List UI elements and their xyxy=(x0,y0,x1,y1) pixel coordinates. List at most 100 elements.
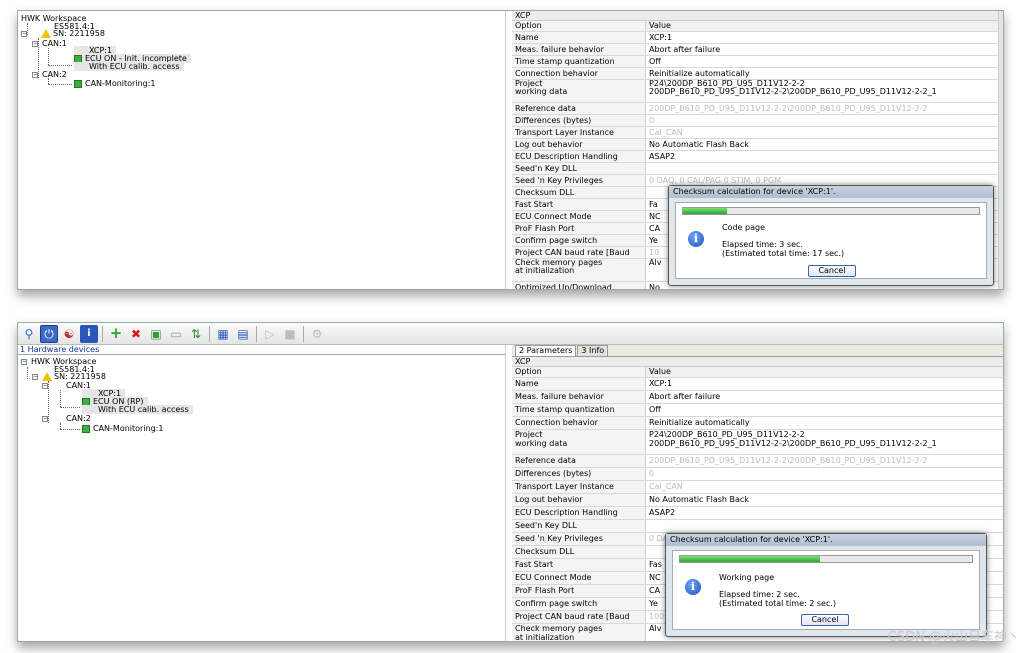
table-row[interactable]: Name XCP:1 xyxy=(512,378,1003,391)
table-row[interactable]: Differences (bytes) 0 xyxy=(512,468,1003,481)
collapse-icon[interactable]: − xyxy=(32,373,38,380)
column-value[interactable]: Value xyxy=(646,367,1003,377)
hardware-tree-panel: 1 Hardware devices − HWK Workspace ES581.… xyxy=(18,345,506,641)
collapse-icon[interactable]: − xyxy=(42,382,48,389)
monitor-icon[interactable]: ▤ xyxy=(234,325,252,343)
table-row[interactable]: Reference data 200DP_B610_PD_U95_D11V12-2… xyxy=(512,455,1003,468)
table-row[interactable]: Transport Layer Instance Cal_CAN xyxy=(512,481,1003,494)
row-value[interactable]: No Automatic Flash Back xyxy=(646,139,1003,150)
cancel-button[interactable]: Cancel xyxy=(801,614,849,626)
row-value[interactable]: Abort after failure xyxy=(646,44,1003,55)
row-value[interactable]: P24\200DP_B610_PD_U95_D11V12-2-2 200DP_B6… xyxy=(646,80,1003,102)
table-row[interactable]: Project working data P24\200DP_B610_PD_U95… xyxy=(512,430,1003,455)
search-icon[interactable]: ⚲ xyxy=(20,325,38,343)
table-row[interactable]: Name XCP:1 xyxy=(512,32,1003,44)
table-row[interactable]: Log out behavior No Automatic Flash Back xyxy=(512,139,1003,151)
vertical-scrollbar[interactable] xyxy=(998,11,1003,289)
chip-icon[interactable]: ▦ xyxy=(214,325,232,343)
row-value[interactable]: 0 xyxy=(646,115,1003,126)
settings-icon[interactable]: ⚙ xyxy=(308,325,326,343)
tree-node-can2[interactable]: − CAN:2 xyxy=(42,414,91,423)
stop-icon[interactable]: ■ xyxy=(281,325,299,343)
info-icon[interactable]: i xyxy=(80,324,98,343)
table-row[interactable]: Differences (bytes) 0 xyxy=(512,115,1003,127)
add-icon[interactable]: + xyxy=(107,325,125,343)
row-value[interactable]: ASAP2 xyxy=(646,151,1003,162)
row-value[interactable]: 200DP_B610_PD_U95_D11V12-2-2\200DP_B610_… xyxy=(646,455,1003,467)
option-label-line2: at initialization xyxy=(515,633,575,642)
delete-icon[interactable]: ✖ xyxy=(127,325,145,343)
table-row[interactable]: Seed'n Key DLL xyxy=(512,163,1003,175)
table-row[interactable]: Transport Layer Instance Cal_CAN xyxy=(512,127,1003,139)
row-value[interactable]: ASAP2 xyxy=(646,507,1003,519)
cube-icon[interactable]: ▣ xyxy=(147,325,165,343)
tree-node-can1[interactable]: − CAN:1 xyxy=(32,39,67,48)
row-value[interactable]: Off xyxy=(646,404,1003,416)
value-text: P24\200DP_B610_PD_U95_D11V12-2-2 xyxy=(649,430,805,439)
row-value[interactable] xyxy=(646,520,1003,532)
table-row[interactable]: Time stamp quantization Off xyxy=(512,56,1003,68)
option-label: Fast Start xyxy=(515,200,554,209)
collapse-icon[interactable]: − xyxy=(21,358,27,365)
table-row[interactable]: Project working data P24\200DP_B610_PD_U95… xyxy=(512,80,1003,103)
row-value[interactable]: Cal_CAN xyxy=(646,481,1003,493)
row-value[interactable]: No Automatic Flash Back xyxy=(646,494,1003,506)
option-label: Name xyxy=(515,379,539,388)
row-value[interactable]: P24\200DP_B610_PD_U95_D11V12-2-2 200DP_B6… xyxy=(646,430,1003,454)
row-option: Check memory pages at initialization xyxy=(512,259,646,281)
table-row[interactable]: Time stamp quantization Off xyxy=(512,404,1003,417)
value-text: Abort after failure xyxy=(649,392,721,401)
collapse-icon[interactable]: − xyxy=(42,415,48,422)
option-label: Reference data xyxy=(515,104,576,113)
option-label: Log out behavior xyxy=(515,495,583,504)
row-value[interactable]: 200DP_B610_PD_U95_D11V12-2-2\200DP_B610_… xyxy=(646,103,1003,114)
tree-node-device[interactable]: − SN: 2211958 xyxy=(21,29,105,38)
table-row[interactable]: Connection behavior Reinitialize automati… xyxy=(512,68,1003,80)
option-label: Meas. failure behavior xyxy=(515,45,604,54)
table-row[interactable]: Reference data 200DP_B610_PD_U95_D11V12-2… xyxy=(512,103,1003,115)
table-row[interactable]: ECU Description Handling ASAP2 xyxy=(512,151,1003,163)
row-value[interactable]: 0 xyxy=(646,468,1003,480)
tab-info[interactable]: 3 Info xyxy=(577,345,609,356)
tree-node-can-monitoring[interactable]: CAN-Monitoring:1 xyxy=(74,79,156,88)
column-value[interactable]: Value xyxy=(646,21,1003,31)
table-row[interactable]: Connection behavior Reinitialize automati… xyxy=(512,417,1003,430)
column-option[interactable]: Option xyxy=(512,21,646,31)
collapse-icon[interactable]: − xyxy=(32,71,38,78)
table-row[interactable]: Log out behavior No Automatic Flash Back xyxy=(512,494,1003,507)
tab-parameters[interactable]: 2 Parameters xyxy=(515,345,577,356)
value-text: ASAP2 xyxy=(649,152,676,161)
tree-node-can-monitoring[interactable]: CAN-Monitoring:1 xyxy=(82,424,164,433)
row-value[interactable]: Off xyxy=(646,56,1003,67)
row-value[interactable]: XCP:1 xyxy=(646,32,1003,43)
table-row[interactable]: Seed'n Key DLL xyxy=(512,520,1003,533)
tree-node-ecu-access: With ECU calib. access xyxy=(82,405,193,414)
table-row[interactable]: Meas. failure behavior Abort after failur… xyxy=(512,391,1003,404)
value-text: 200DP_B610_PD_U95_D11V12-2-2\200DP_B610_… xyxy=(649,456,928,465)
tree-node-can2[interactable]: − CAN:2 xyxy=(32,70,67,79)
cancel-button[interactable]: Cancel xyxy=(808,265,856,277)
table-row[interactable]: Meas. failure behavior Abort after failur… xyxy=(512,44,1003,56)
option-label-line2: at initialization xyxy=(515,266,575,275)
collapse-icon[interactable]: − xyxy=(32,40,38,47)
row-value[interactable]: Cal_CAN xyxy=(646,127,1003,138)
column-option[interactable]: Option xyxy=(512,367,646,377)
table-row[interactable]: ECU Description Handling ASAP2 xyxy=(512,507,1003,520)
network-icon[interactable]: ☯ xyxy=(60,325,78,343)
row-value[interactable]: Reinitialize automatically xyxy=(646,417,1003,429)
collapse-icon[interactable]: − xyxy=(21,30,27,37)
row-value[interactable]: Reinitialize automatically xyxy=(646,68,1003,79)
power-icon[interactable]: ⏻ xyxy=(40,324,58,343)
row-value[interactable]: XCP:1 xyxy=(646,378,1003,390)
row-option: Fast Start xyxy=(512,199,646,210)
row-value[interactable] xyxy=(646,163,1003,174)
info-icon: i xyxy=(688,231,704,247)
sort-icon[interactable]: ⇅ xyxy=(187,325,205,343)
play-icon[interactable]: ▷ xyxy=(261,325,279,343)
option-label: Time stamp quantization xyxy=(515,405,615,414)
screenshot-bottom: ⚲ ⏻ ☯ i + ✖ ▣ ▭ ⇅ ▦ ▤ ▷ ■ ⚙ 1 Hardware d… xyxy=(17,322,1004,642)
option-label: Name xyxy=(515,33,539,42)
window-icon[interactable]: ▭ xyxy=(167,325,185,343)
tree-node-device[interactable]: − SN: 2211958 xyxy=(32,372,106,381)
row-value[interactable]: Abort after failure xyxy=(646,391,1003,403)
